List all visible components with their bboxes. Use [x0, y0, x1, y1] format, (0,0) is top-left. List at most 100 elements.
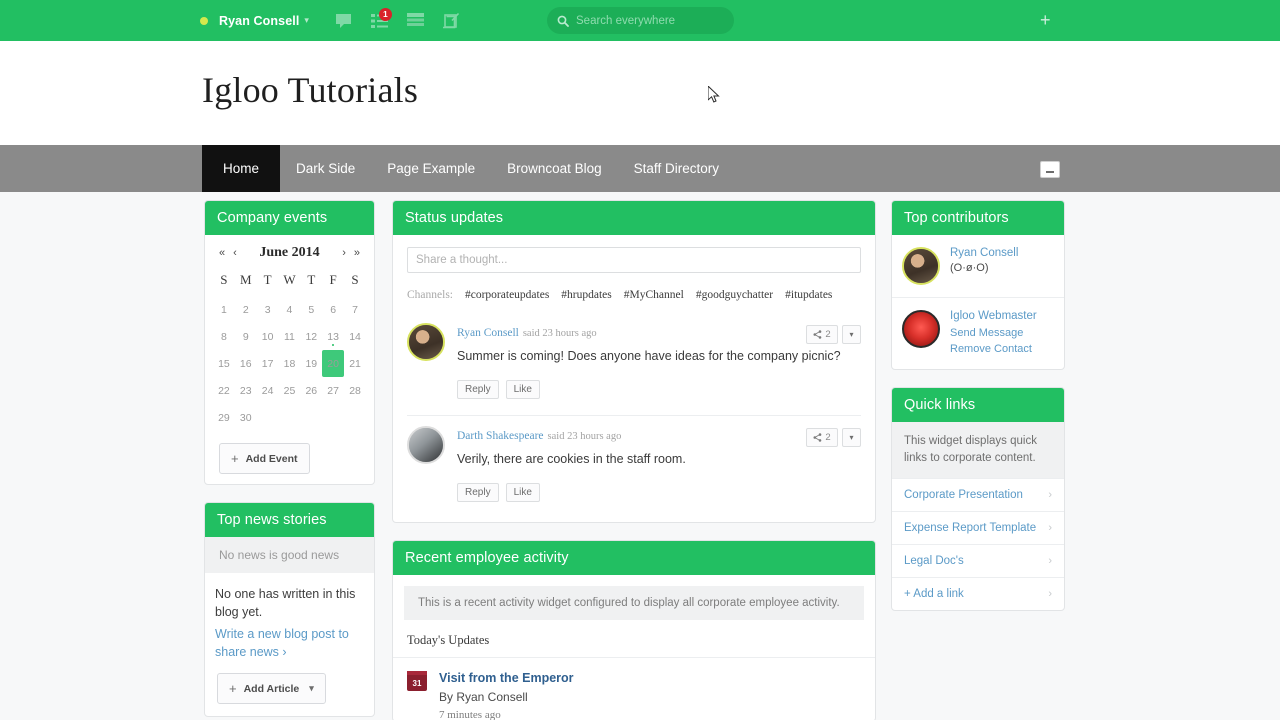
calendar-day-19[interactable]: 19 [300, 350, 322, 377]
calendar-day-21[interactable]: 21 [344, 350, 366, 377]
compose-icon[interactable] [439, 8, 465, 34]
calendar-day-22[interactable]: 22 [213, 377, 235, 404]
global-search-box[interactable] [547, 7, 734, 34]
add-new-button[interactable]: + [1040, 11, 1051, 29]
calendar-first-icon[interactable]: « [219, 247, 225, 259]
quick-link-legal-docs[interactable]: Legal Doc's › [892, 544, 1064, 577]
calendar-day-30[interactable]: 30 [235, 404, 257, 431]
share-button[interactable]: 2 [806, 325, 838, 344]
contributor-name[interactable]: Ryan Consell [950, 247, 1018, 259]
share-a-thought-input[interactable] [407, 247, 861, 273]
calendar-day-28[interactable]: 28 [344, 377, 366, 404]
calendar-day-17[interactable]: 17 [257, 350, 279, 377]
reply-button[interactable]: Reply [457, 483, 499, 502]
quick-link-corporate-presentation[interactable]: Corporate Presentation › [892, 478, 1064, 511]
quick-link-expense-report-template[interactable]: Expense Report Template › [892, 511, 1064, 544]
channel-goodguychatter[interactable]: #goodguychatter [696, 289, 773, 301]
calendar-day-13[interactable]: 13 [322, 323, 344, 350]
chevron-down-icon[interactable]: ▾ [309, 683, 314, 694]
avatar[interactable] [407, 426, 445, 464]
contributor-name[interactable]: Igloo Webmaster [950, 310, 1054, 322]
nav-item-page-example[interactable]: Page Example [371, 145, 491, 192]
middle-column: Status updates Channels: #corporateupdat… [392, 200, 876, 720]
post-author[interactable]: Ryan Consell [457, 327, 519, 339]
nav-item-home[interactable]: Home [202, 145, 281, 192]
calendar-day-5[interactable]: 5 [300, 296, 322, 323]
calendar-day-1[interactable]: 1 [213, 296, 235, 323]
tasks-icon[interactable]: 1 [367, 7, 393, 34]
reply-button[interactable]: Reply [457, 380, 499, 399]
calendar-day-15[interactable]: 15 [213, 350, 235, 377]
calendar-day-14[interactable]: 14 [344, 323, 366, 350]
add-article-label: Add Article [243, 682, 300, 695]
recent-activity-section-label: Today's Updates [393, 620, 875, 658]
calendar-day-27[interactable]: 27 [322, 377, 344, 404]
post-menu-button[interactable]: ▾ [842, 428, 861, 447]
calendar-day-29[interactable]: 29 [213, 404, 235, 431]
calendar-day-16[interactable]: 16 [235, 350, 257, 377]
channel-mychannel[interactable]: #MyChannel [624, 289, 684, 301]
presence-status-dot[interactable] [200, 16, 208, 25]
calendar-day-24[interactable]: 24 [257, 377, 279, 404]
global-topbar: Ryan Consell ▾ 1 Search everywhere + [0, 0, 1280, 41]
search-input[interactable] [576, 14, 726, 27]
nav-item-staff-directory[interactable]: Staff Directory [618, 145, 735, 192]
title-band: Igloo Tutorials [0, 41, 1280, 145]
calendar-day-23[interactable]: 23 [235, 377, 257, 404]
avatar[interactable] [902, 247, 940, 285]
add-event-button[interactable]: + Add Event [219, 443, 310, 474]
nav-collapse-button[interactable] [1040, 161, 1060, 178]
avatar[interactable] [902, 310, 940, 348]
quick-link-add-a-link[interactable]: + Add a link › [892, 577, 1064, 610]
right-column: Top contributors Ryan Consell (O·ø·O) Ig… [891, 200, 1065, 628]
write-blog-post-link[interactable]: Write a new blog post to share news › [205, 621, 374, 661]
calendar-day-11[interactable]: 11 [279, 323, 301, 350]
calendar-prev-icon[interactable]: ‹ [233, 247, 237, 259]
calendar-week-row: 8 9 10 11 12 13 14 [213, 323, 366, 350]
nav-item-dark-side[interactable]: Dark Side [280, 145, 371, 192]
avatar[interactable] [407, 323, 445, 361]
calendar-next-icon[interactable]: › [342, 247, 346, 259]
mouse-cursor [707, 84, 721, 109]
chevron-down-icon[interactable]: ▾ [304, 15, 309, 26]
nav-item-browncoat-blog[interactable]: Browncoat Blog [491, 145, 618, 192]
calendar-day-10[interactable]: 10 [257, 323, 279, 350]
calendar-day-18[interactable]: 18 [279, 350, 301, 377]
calendar-day-8[interactable]: 8 [213, 323, 235, 350]
company-events-title: Company events [205, 201, 374, 235]
event-dot [332, 344, 335, 346]
calendar-last-icon[interactable]: » [354, 247, 360, 259]
top-news-title: Top news stories [205, 503, 374, 537]
channel-corporateupdates[interactable]: #corporateupdates [465, 289, 549, 301]
panels-icon[interactable] [403, 8, 429, 34]
add-article-button[interactable]: + Add Article ▾ [217, 673, 326, 704]
calendar-day-20[interactable]: 20 [322, 350, 345, 377]
calendar-day-25[interactable]: 25 [279, 377, 301, 404]
calendar-day-7[interactable]: 7 [344, 296, 366, 323]
contact-link[interactable]: Contact [994, 343, 1032, 355]
calendar-day-26[interactable]: 26 [300, 377, 322, 404]
send-message-link[interactable]: Send Message [950, 327, 1023, 339]
topbar-username[interactable]: Ryan Consell [219, 14, 299, 28]
calendar-day-2[interactable]: 2 [235, 296, 257, 323]
chat-icon[interactable] [331, 8, 357, 34]
post-menu-button[interactable]: ▾ [842, 325, 861, 344]
channel-itupdates[interactable]: #itupdates [785, 289, 832, 301]
like-button[interactable]: Like [505, 380, 540, 399]
activity-title[interactable]: Visit from the Emperor [439, 671, 574, 685]
quick-link-label: Corporate Presentation [904, 489, 1023, 501]
calendar-day-3[interactable]: 3 [257, 296, 279, 323]
calendar-day-9[interactable]: 9 [235, 323, 257, 350]
quick-link-label: Expense Report Template [904, 522, 1037, 534]
channel-hrupdates[interactable]: #hrupdates [561, 289, 611, 301]
calendar-day-12[interactable]: 12 [300, 323, 322, 350]
remove-link[interactable]: Remove [950, 343, 991, 355]
like-button[interactable]: Like [505, 483, 540, 502]
share-button[interactable]: 2 [806, 428, 838, 447]
page-title: Igloo Tutorials [202, 70, 419, 110]
share-icon [813, 433, 822, 442]
post-author[interactable]: Darth Shakespeare [457, 430, 544, 442]
recent-activity-title: Recent employee activity [393, 541, 875, 575]
calendar-day-4[interactable]: 4 [279, 296, 301, 323]
calendar-day-6[interactable]: 6 [322, 296, 344, 323]
